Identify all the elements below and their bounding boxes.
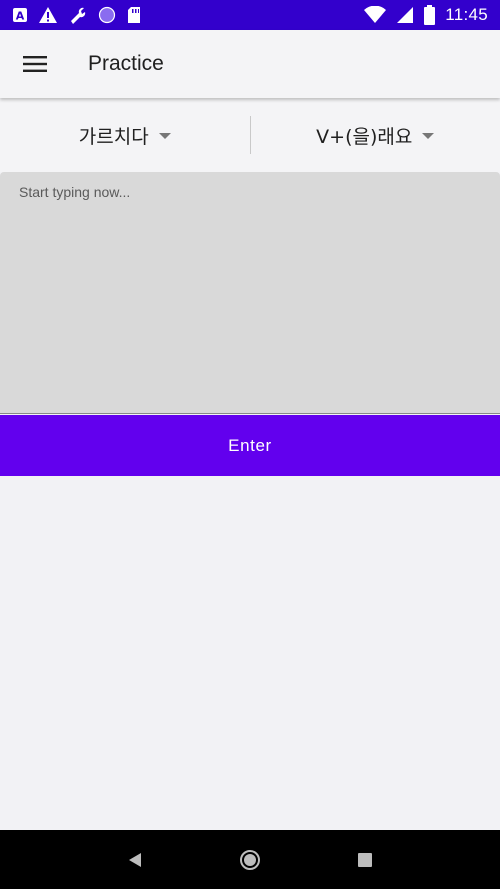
notification-a-icon: A	[12, 7, 28, 23]
enter-button[interactable]: Enter	[0, 415, 500, 476]
chevron-down-icon	[422, 133, 435, 139]
circle-icon	[98, 6, 116, 24]
selector-row: 가르치다 V+(을)래요	[0, 98, 500, 172]
grammar-dropdown[interactable]: V+(을)래요	[251, 98, 500, 172]
sd-card-icon	[126, 6, 142, 24]
recents-icon	[357, 852, 372, 867]
back-button[interactable]	[113, 838, 157, 882]
back-icon	[129, 852, 142, 867]
home-icon	[239, 849, 260, 870]
home-button[interactable]	[228, 838, 272, 882]
page-title: Practice	[88, 52, 164, 75]
app-bar: Practice	[0, 30, 500, 98]
grammar-dropdown-value: V+(을)래요	[316, 125, 413, 148]
wrench-icon	[68, 5, 88, 25]
wifi-icon	[364, 6, 387, 24]
verb-dropdown[interactable]: 가르치다	[0, 98, 250, 172]
signal-icon	[396, 6, 414, 24]
answer-input[interactable]	[0, 172, 500, 413]
status-bar: A 11:45	[0, 0, 500, 30]
navigation-bar	[0, 830, 500, 889]
status-time: 11:45	[445, 5, 488, 24]
answer-input-container	[0, 172, 500, 414]
status-left-icons: A	[12, 5, 142, 25]
recents-button[interactable]	[343, 838, 387, 882]
status-right-icons: 11:45	[364, 5, 488, 25]
hamburger-menu-icon	[23, 56, 47, 72]
menu-button[interactable]	[7, 36, 63, 92]
svg-text:A: A	[16, 10, 25, 23]
verb-dropdown-value: 가르치다	[78, 125, 149, 148]
battery-icon	[424, 5, 436, 25]
chevron-down-icon	[158, 133, 171, 139]
warning-icon	[38, 6, 58, 24]
